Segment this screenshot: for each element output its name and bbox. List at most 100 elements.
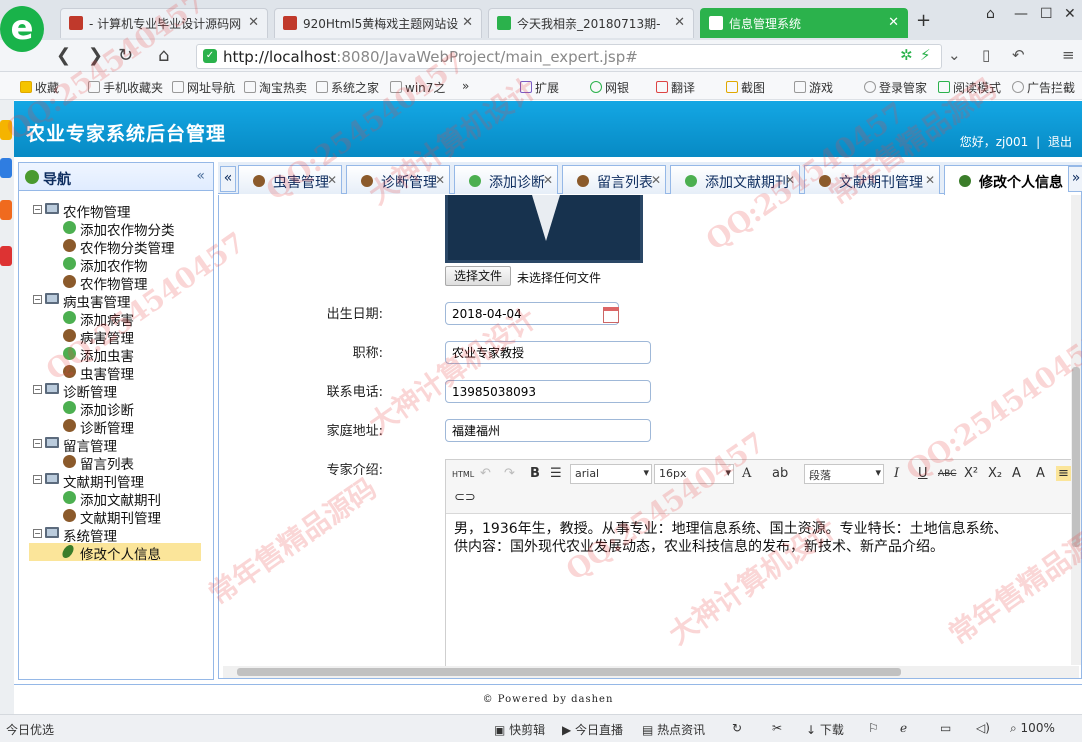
- clear-format-icon[interactable]: ☰: [550, 466, 562, 481]
- scroll-thumb[interactable]: [237, 668, 901, 676]
- nav-item[interactable]: 诊断管理: [29, 417, 201, 437]
- browser-tab-active[interactable]: 信息管理系统 ✕: [700, 8, 908, 38]
- nav-item[interactable]: 添加病害: [29, 309, 201, 329]
- tab-3[interactable]: 添加诊断 ✕: [454, 165, 558, 194]
- mobile-icon[interactable]: ▯: [982, 46, 990, 64]
- nav-item[interactable]: 留言列表: [29, 453, 201, 473]
- favorites-item[interactable]: win7之: [390, 79, 445, 96]
- maximize-icon[interactable]: ☐: [1040, 6, 1053, 22]
- flag-icon[interactable]: ⚐: [868, 721, 879, 735]
- menu-icon[interactable]: ≡: [1062, 46, 1075, 64]
- nav-group[interactable]: − 留言管理: [29, 435, 201, 455]
- favorites-item[interactable]: 系统之家: [316, 79, 379, 96]
- news-link[interactable]: ▤ 热点资讯: [642, 721, 705, 738]
- phone-input[interactable]: [445, 380, 651, 403]
- nav-item[interactable]: 添加文献期刊: [29, 489, 201, 509]
- tab-close-icon[interactable]: ✕: [925, 173, 935, 187]
- collapse-toggle-icon[interactable]: −: [33, 529, 42, 538]
- forward-icon[interactable]: ❯: [88, 45, 103, 66]
- favorites-item[interactable]: 网址导航: [172, 79, 235, 96]
- favorites-item[interactable]: 阅读模式: [938, 79, 1001, 96]
- side-app-icon[interactable]: [0, 200, 12, 220]
- nav-item[interactable]: 农作物分类管理: [29, 237, 201, 257]
- favorites-item[interactable]: 登录管家: [864, 79, 927, 96]
- tab-close-icon[interactable]: ✕: [435, 173, 445, 187]
- nav-item[interactable]: 添加农作物: [29, 255, 201, 275]
- lightning-icon[interactable]: ⚡: [920, 46, 931, 64]
- format-brush-icon[interactable]: A: [1012, 466, 1021, 481]
- favorites-item[interactable]: 游戏: [794, 79, 833, 96]
- font-size-select[interactable]: 16px: [654, 464, 734, 484]
- url-input[interactable]: ✓ http://localhost:8080/JavaWebProject/m…: [196, 44, 942, 69]
- nav-item[interactable]: 病害管理: [29, 327, 201, 347]
- favorites-more[interactable]: »: [462, 79, 469, 93]
- browser-tab-3[interactable]: 今天我相亲_20180713期- ✕: [488, 8, 694, 38]
- nav-group[interactable]: − 系统管理: [29, 525, 201, 545]
- new-tab-icon[interactable]: +: [916, 10, 931, 31]
- tab-close-icon[interactable]: ✕: [785, 173, 795, 187]
- nav-item[interactable]: 添加农作物分类: [29, 219, 201, 239]
- highlight-icon[interactable]: ab: [772, 466, 788, 481]
- refresh-status-icon[interactable]: ↻: [732, 721, 742, 735]
- favorites-item[interactable]: 手机收藏夹: [88, 79, 163, 96]
- favorites-item[interactable]: 淘宝热卖: [244, 79, 307, 96]
- browser-tab-2[interactable]: 920Html5黄梅戏主题网站设 ✕: [274, 8, 482, 38]
- scroll-thumb[interactable]: [1072, 367, 1080, 547]
- font-family-select[interactable]: arial: [570, 464, 652, 484]
- favorites-item[interactable]: 翻译: [656, 79, 695, 96]
- speedup-icon[interactable]: ✲: [900, 46, 913, 64]
- html-source-button[interactable]: HTML: [452, 470, 474, 479]
- minimize-icon[interactable]: —: [1014, 6, 1028, 22]
- sound-icon[interactable]: ◁): [976, 721, 990, 735]
- underline-button[interactable]: U: [918, 466, 928, 481]
- window-icon[interactable]: ▭: [940, 721, 951, 735]
- subscript-button[interactable]: X₂: [988, 466, 1002, 481]
- favorites-item[interactable]: 扩展: [520, 79, 559, 96]
- back-icon[interactable]: ❮: [56, 45, 71, 66]
- editor-body[interactable]: 男，1936年生，教授。从事专业：地理信息系统、国土资源。专业特长：土地信息系统…: [454, 520, 1081, 670]
- quick-edit-link[interactable]: ▣ 快剪辑: [494, 721, 545, 738]
- undo-icon[interactable]: ↶: [1012, 46, 1025, 64]
- window-close-icon[interactable]: ✕: [1064, 6, 1076, 22]
- tab-close-icon[interactable]: ✕: [543, 173, 553, 187]
- side-app-icon[interactable]: [0, 120, 12, 140]
- nav-item[interactable]: 添加诊断: [29, 399, 201, 419]
- tools-icon[interactable]: ✂: [772, 721, 782, 735]
- download-link[interactable]: ↓ 下载: [806, 721, 844, 738]
- favorites-item[interactable]: 网银: [590, 79, 629, 96]
- nav-item[interactable]: 文献期刊管理: [29, 507, 201, 527]
- bold-button[interactable]: B: [530, 466, 540, 481]
- calendar-icon[interactable]: [603, 307, 619, 323]
- font-color-button[interactable]: A: [742, 466, 751, 481]
- dropdown-icon[interactable]: ⌄: [948, 46, 961, 64]
- skin-icon[interactable]: ⌂: [986, 6, 995, 22]
- close-icon[interactable]: ✕: [674, 15, 685, 30]
- link-icon[interactable]: ⊂⊃: [454, 490, 476, 505]
- tab-scroll-right-icon[interactable]: »: [1068, 166, 1082, 192]
- tab-close-icon[interactable]: ✕: [651, 173, 661, 187]
- favorites-item[interactable]: 广告拦截: [1012, 79, 1075, 96]
- nav-group[interactable]: − 病虫害管理: [29, 291, 201, 311]
- side-app-icon[interactable]: [0, 158, 12, 178]
- tab-1[interactable]: 虫害管理 ✕: [238, 165, 342, 194]
- collapse-toggle-icon[interactable]: −: [33, 295, 42, 304]
- collapse-icon[interactable]: «: [196, 168, 205, 184]
- tab-scroll-left-icon[interactable]: «: [220, 166, 236, 192]
- collapse-toggle-icon[interactable]: −: [33, 475, 42, 484]
- favorites-item[interactable]: 截图: [726, 79, 765, 96]
- nav-group[interactable]: − 农作物管理: [29, 201, 201, 221]
- italic-button[interactable]: I: [894, 466, 899, 481]
- ie-icon[interactable]: ℯ: [900, 721, 907, 735]
- refresh-icon[interactable]: ↻: [118, 45, 133, 66]
- collapse-toggle-icon[interactable]: −: [33, 439, 42, 448]
- undo-icon[interactable]: ↶: [480, 466, 491, 481]
- tab-6[interactable]: 文献期刊管理 ✕: [804, 165, 940, 194]
- font-bg-icon[interactable]: A: [1036, 466, 1045, 481]
- collapse-toggle-icon[interactable]: −: [33, 385, 42, 394]
- choose-file-button[interactable]: 选择文件: [445, 266, 512, 286]
- nav-group[interactable]: − 文献期刊管理: [29, 471, 201, 491]
- close-icon[interactable]: ✕: [462, 15, 473, 30]
- today-pick-link[interactable]: 今日优选: [6, 721, 54, 738]
- horizontal-scrollbar[interactable]: [223, 666, 1079, 678]
- title-input[interactable]: [445, 341, 651, 364]
